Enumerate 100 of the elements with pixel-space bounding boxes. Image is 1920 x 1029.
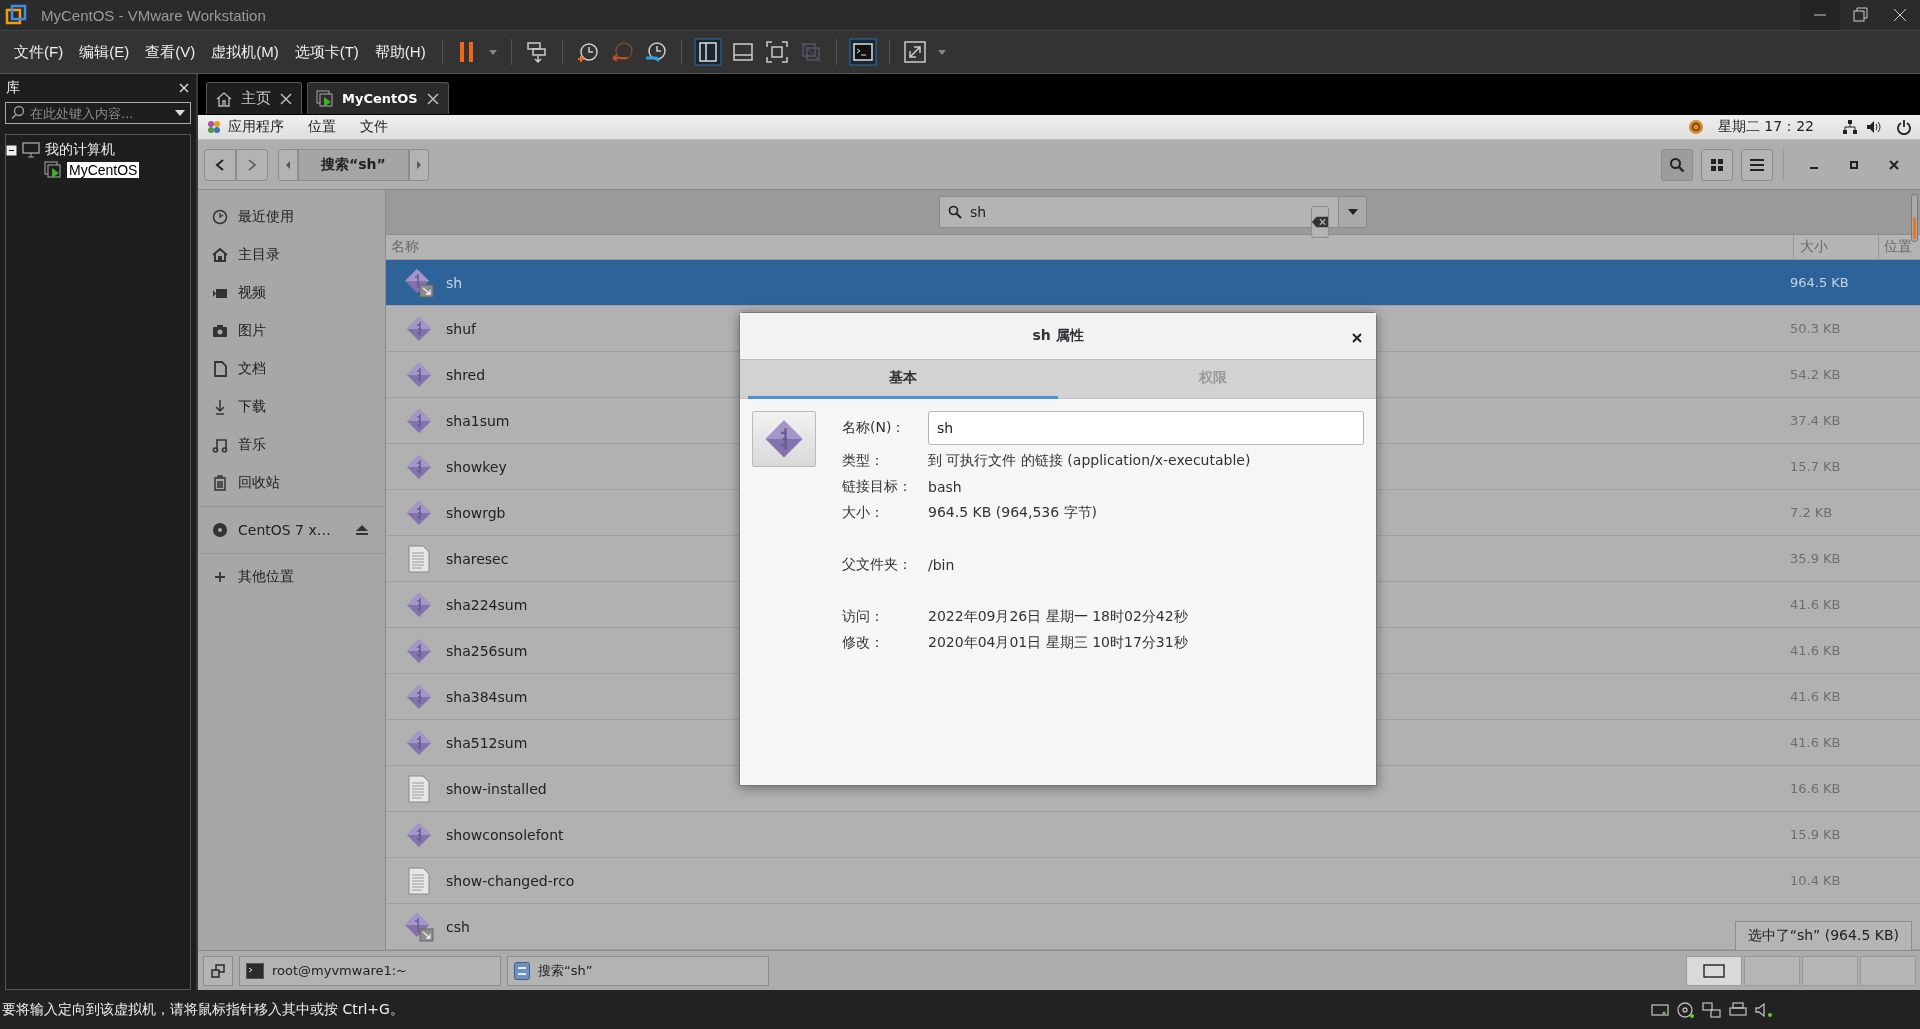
- tree-item[interactable]: 我的计算机: [45, 141, 115, 159]
- tree-item[interactable]: MyCentOS: [67, 162, 140, 178]
- selection-status: 选中了“sh” (964.5 KB): [1734, 921, 1912, 950]
- tab[interactable]: 主页: [206, 82, 302, 114]
- desktop-icon: [211, 963, 225, 978]
- path-button[interactable]: 搜索“sh”: [298, 148, 409, 181]
- executable-file-icon: [406, 361, 432, 388]
- power-icon[interactable]: [1896, 119, 1912, 135]
- executable-file-icon: [406, 315, 432, 342]
- executable-file-icon: [406, 453, 432, 480]
- file-size: 15.7 KB: [1790, 459, 1841, 474]
- property-label: 修改：: [842, 634, 885, 652]
- network-icon[interactable]: [1842, 119, 1858, 135]
- vmware-logo-icon: [5, 4, 27, 26]
- dropdown-button[interactable]: [1339, 196, 1367, 228]
- close-icon[interactable]: [279, 91, 293, 106]
- search-icon: [10, 105, 26, 121]
- file-size: 16.6 KB: [1790, 781, 1841, 796]
- menu-item[interactable]: 文件(F): [6, 42, 72, 62]
- status-message: 要将输入定向到该虚拟机，请将鼠标指针移入其中或按 Ctrl+G。: [2, 1000, 404, 1019]
- sidebar-item[interactable]: 下载: [238, 398, 266, 416]
- executable-file-icon: [406, 637, 432, 664]
- name-field[interactable]: sh: [928, 411, 1364, 445]
- dropdown-caret-icon[interactable]: [174, 108, 186, 118]
- eject-icon[interactable]: [355, 523, 369, 537]
- menu-item[interactable]: 选项卡(T): [286, 42, 367, 62]
- camera-icon: [212, 323, 228, 339]
- sidebar-view-icon[interactable]: [693, 38, 722, 66]
- sidebar-item[interactable]: 视频: [238, 284, 266, 302]
- file-size: 37.4 KB: [1790, 413, 1841, 428]
- file-row[interactable]: show-changed-rco 10.4 KB: [386, 858, 1920, 904]
- tab[interactable]: MyCentOS: [307, 82, 449, 114]
- terminal-icon: [246, 962, 264, 979]
- show-desktop-button[interactable]: [203, 955, 233, 986]
- console-view-icon[interactable]: [848, 38, 877, 66]
- collapse-toggle-icon[interactable]: [6, 144, 17, 156]
- grid-view-button[interactable]: [1701, 148, 1733, 181]
- search-field[interactable]: sh: [939, 196, 1339, 228]
- maximize-icon[interactable]: [1849, 159, 1859, 170]
- search-field[interactable]: 在此处键入内容...: [5, 102, 191, 124]
- disc-icon: [212, 522, 228, 538]
- property-label: 大小：: [842, 504, 885, 522]
- search-button[interactable]: [1661, 148, 1693, 181]
- panel-title: 库: [6, 79, 20, 97]
- clock[interactable]: 星期二 17：22: [1717, 118, 1814, 136]
- tab[interactable]: 基本: [748, 360, 1058, 399]
- back-button[interactable]: [204, 148, 236, 181]
- menu-icon: [1750, 158, 1764, 171]
- sidebar-item[interactable]: 其他位置: [238, 568, 294, 586]
- file-name: sharesec: [446, 550, 509, 567]
- clear-icon[interactable]: [1311, 206, 1329, 238]
- right-caret-icon: [414, 159, 423, 170]
- file-name: sha384sum: [446, 688, 528, 705]
- menu-item[interactable]: 查看(V): [137, 42, 204, 62]
- file-row[interactable]: sh 964.5 KB: [386, 260, 1920, 306]
- sidebar-item[interactable]: 音乐: [238, 436, 266, 454]
- executable-file-icon: [406, 729, 432, 756]
- file-row[interactable]: showconsolefont 15.9 KB: [386, 812, 1920, 858]
- menu-item[interactable]: 应用程序: [228, 118, 284, 136]
- network-adapter-icon[interactable]: [1702, 1000, 1722, 1019]
- file-name: showkey: [446, 458, 507, 475]
- file-size: 35.9 KB: [1790, 551, 1841, 566]
- clock-icon: [212, 209, 228, 225]
- fullscreen-icon[interactable]: [763, 39, 790, 65]
- printer-icon[interactable]: [1728, 1000, 1748, 1019]
- left-caret-icon: [284, 159, 292, 170]
- sidebar-item[interactable]: CentOS 7 x…: [238, 522, 331, 538]
- taskbar-window-button[interactable]: 搜索“sh”: [507, 955, 769, 986]
- executable-file-icon: [406, 407, 432, 434]
- menu-item[interactable]: 虚拟机(M): [203, 42, 287, 62]
- status-icon[interactable]: [1687, 119, 1704, 135]
- menu-item[interactable]: 文件: [360, 118, 388, 136]
- menu-item[interactable]: 编辑(E): [71, 42, 138, 62]
- file-name: sha224sum: [446, 596, 528, 613]
- scrollbar[interactable]: [1911, 194, 1918, 242]
- file-name: csh: [446, 918, 470, 935]
- stretch-icon[interactable]: [901, 39, 928, 65]
- cd-drive-icon[interactable]: [1676, 1000, 1696, 1019]
- close-icon[interactable]: [1352, 333, 1362, 343]
- property-label: 链接目标：: [842, 478, 913, 496]
- sidebar-item[interactable]: 最近使用: [238, 208, 294, 226]
- sidebar-item[interactable]: 回收站: [238, 474, 280, 492]
- taskbar-window-button[interactable]: root@myvmware1:~: [239, 955, 501, 986]
- file-size: 7.2 KB: [1790, 505, 1833, 520]
- menu-button[interactable]: [1741, 148, 1773, 181]
- sidebar-item[interactable]: 文档: [238, 360, 266, 378]
- download-icon: [212, 399, 228, 415]
- volume-icon[interactable]: [1866, 119, 1882, 135]
- back-icon: [214, 157, 226, 172]
- file-size: 50.3 KB: [1790, 321, 1841, 336]
- close-icon[interactable]: [1889, 159, 1899, 170]
- file-name: shuf: [446, 320, 476, 337]
- sound-card-icon[interactable]: [1754, 1000, 1774, 1019]
- menu-item[interactable]: 帮助(H): [366, 42, 434, 62]
- close-icon[interactable]: [425, 91, 440, 106]
- menu-item[interactable]: 位置: [308, 118, 336, 136]
- workspace-button[interactable]: [1686, 955, 1742, 986]
- sidebar-item[interactable]: 图片: [238, 322, 266, 340]
- file-name: show-changed-rco: [446, 872, 575, 889]
- sidebar-item[interactable]: 主目录: [238, 246, 280, 264]
